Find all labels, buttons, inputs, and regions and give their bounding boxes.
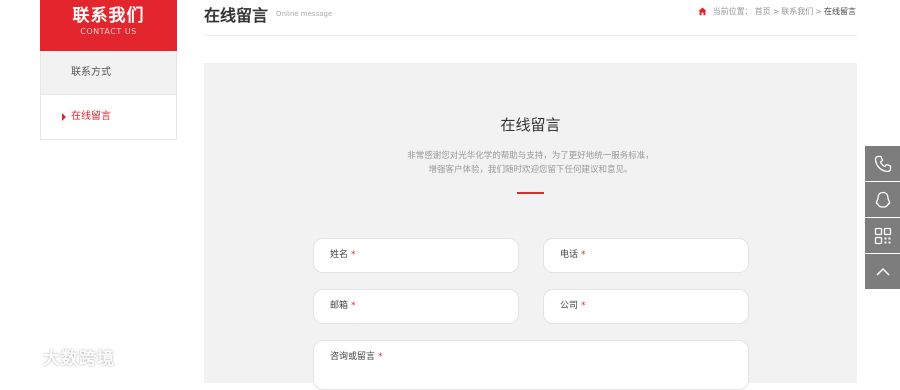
form-title: 在线留言 (500, 116, 561, 134)
phone-field-label: 电话 (560, 250, 579, 260)
required-mark: * (581, 250, 586, 260)
email-field-label: 邮箱 (330, 301, 349, 311)
sidebar-subtitle: CONTACT US (80, 27, 137, 36)
sidebar-menu: 联系方式 在线留言 (40, 51, 177, 140)
form-description-line: 增强客户体验，我们随时欢迎您留下任何建议和意见。 (428, 165, 633, 175)
name-field[interactable]: 姓名 * (313, 238, 519, 273)
qrcode-button[interactable] (865, 218, 900, 253)
company-field[interactable]: 公司 * (543, 289, 749, 324)
breadcrumb-current: 在线留言 (824, 7, 856, 16)
required-mark: * (378, 352, 383, 362)
breadcrumb-separator: > (772, 7, 780, 16)
back-to-top-button[interactable] (865, 254, 900, 289)
sidebar-item-label: 联系方式 (71, 67, 111, 78)
qq-button[interactable] (865, 182, 900, 217)
name-field-label: 姓名 (330, 250, 349, 260)
qrcode-icon (874, 227, 891, 244)
breadcrumb-separator: > (815, 7, 822, 16)
breadcrumb-link-contact[interactable]: 联系我们 (781, 6, 813, 17)
message-field-label: 咨询或留言 (330, 352, 376, 362)
sidebar-title: 联系我们 (72, 6, 145, 26)
sidebar: 联系我们 CONTACT US 联系方式 在线留言 (40, 0, 177, 140)
page-subtitle: Online message (276, 10, 333, 18)
breadcrumb-link-home[interactable]: 首页 (755, 6, 771, 17)
header-divider (204, 35, 857, 36)
required-mark: * (351, 250, 356, 260)
required-mark: * (581, 301, 586, 311)
sidebar-item-online-message[interactable]: 在线留言 (41, 95, 176, 139)
phone-button[interactable] (865, 146, 900, 181)
email-field[interactable]: 邮箱 * (313, 289, 519, 324)
qq-icon (875, 191, 890, 208)
phone-icon (874, 155, 891, 172)
message-textarea[interactable]: 咨询或留言 * (313, 340, 749, 390)
watermark: 大数跨境 (6, 344, 115, 369)
home-icon (698, 7, 707, 16)
company-field-label: 公司 (560, 301, 579, 311)
floating-toolbar (865, 146, 900, 290)
watermark-text: 大数跨境 (43, 349, 115, 369)
sidebar-item-label: 在线留言 (71, 111, 111, 122)
phone-field[interactable]: 电话 * (543, 238, 749, 273)
sidebar-item-contact-info[interactable]: 联系方式 (41, 51, 176, 95)
caret-right-icon (62, 113, 66, 121)
chevron-up-icon (875, 267, 890, 276)
required-mark: * (351, 301, 356, 311)
message-panel: 在线留言 非常感谢您对光华化学的帮助与支持，为了更好地统一服务标准， 增强客户体… (204, 63, 857, 390)
form-description: 非常感谢您对光华化学的帮助与支持，为了更好地统一服务标准， 增强客户体验，我们随… (204, 149, 857, 177)
title-underline (517, 192, 544, 194)
page-title: 在线留言 (204, 6, 269, 25)
breadcrumb-prefix: 当前位置： (712, 7, 753, 16)
sidebar-header: 联系我们 CONTACT US (40, 0, 177, 51)
form-description-line: 非常感谢您对光华化学的帮助与支持，为了更好地统一服务标准， (407, 151, 654, 161)
watermark-logo-icon (8, 347, 39, 366)
breadcrumb: 当前位置： 首页 > 联系我们 > 在线留言 (698, 6, 856, 17)
